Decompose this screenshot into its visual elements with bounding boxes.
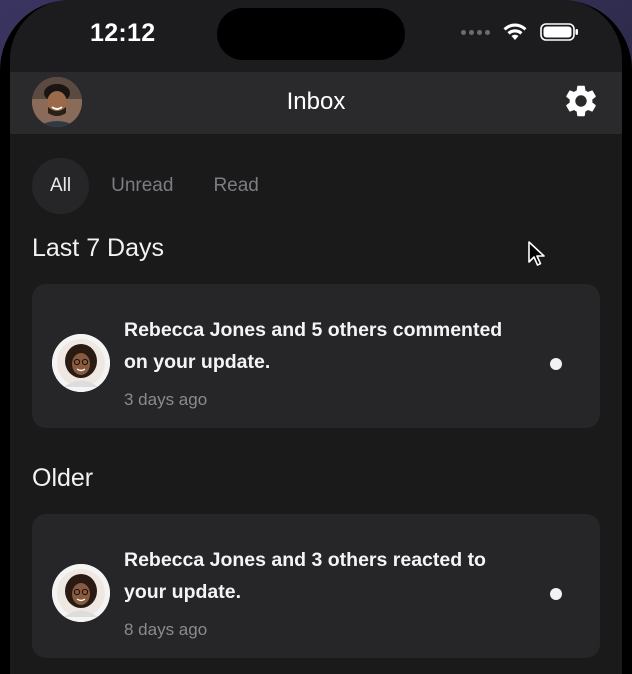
notification-avatar: [52, 564, 110, 622]
app-header: Inbox: [10, 72, 622, 134]
status-bar: 12:12: [10, 0, 622, 72]
wifi-icon: [503, 23, 527, 40]
tab-unread[interactable]: Unread: [93, 158, 191, 214]
phone-frame: 12:12 Inbox All Unread Read Last 7 Days …: [0, 0, 632, 674]
battery-icon: [540, 23, 578, 41]
signal-icon: [461, 29, 490, 35]
section-title-older: Older: [32, 464, 94, 492]
unread-dot: [550, 588, 562, 600]
section-title-last-7-days: Last 7 Days: [32, 234, 165, 262]
page-title: Inbox: [286, 88, 346, 115]
notification-age: 3 days ago: [124, 390, 208, 409]
filter-tabs: All Unread Read: [32, 158, 281, 214]
notification-message: Rebecca Jones and 5 others commented on …: [124, 319, 503, 373]
status-time: 12:12: [90, 19, 156, 47]
dynamic-island: [217, 8, 405, 60]
tab-read[interactable]: Read: [195, 158, 276, 214]
cursor-icon: [528, 241, 545, 266]
gear-icon[interactable]: [562, 82, 600, 120]
notification-avatar: [52, 334, 110, 392]
unread-dot: [550, 358, 562, 370]
notification-message: Rebecca Jones and 3 others reacted to yo…: [124, 549, 486, 603]
notification-card[interactable]: Rebecca Jones and 5 others commented on …: [32, 284, 600, 428]
inbox-content: All Unread Read Last 7 Days Rebecca Jone…: [10, 134, 622, 674]
screen: 12:12 Inbox All Unread Read Last 7 Days …: [10, 0, 622, 674]
status-icons: [461, 22, 580, 42]
notification-card[interactable]: Rebecca Jones and 3 others reacted to yo…: [32, 514, 600, 658]
tab-all[interactable]: All: [32, 158, 90, 214]
notification-age: 8 days ago: [124, 620, 208, 639]
